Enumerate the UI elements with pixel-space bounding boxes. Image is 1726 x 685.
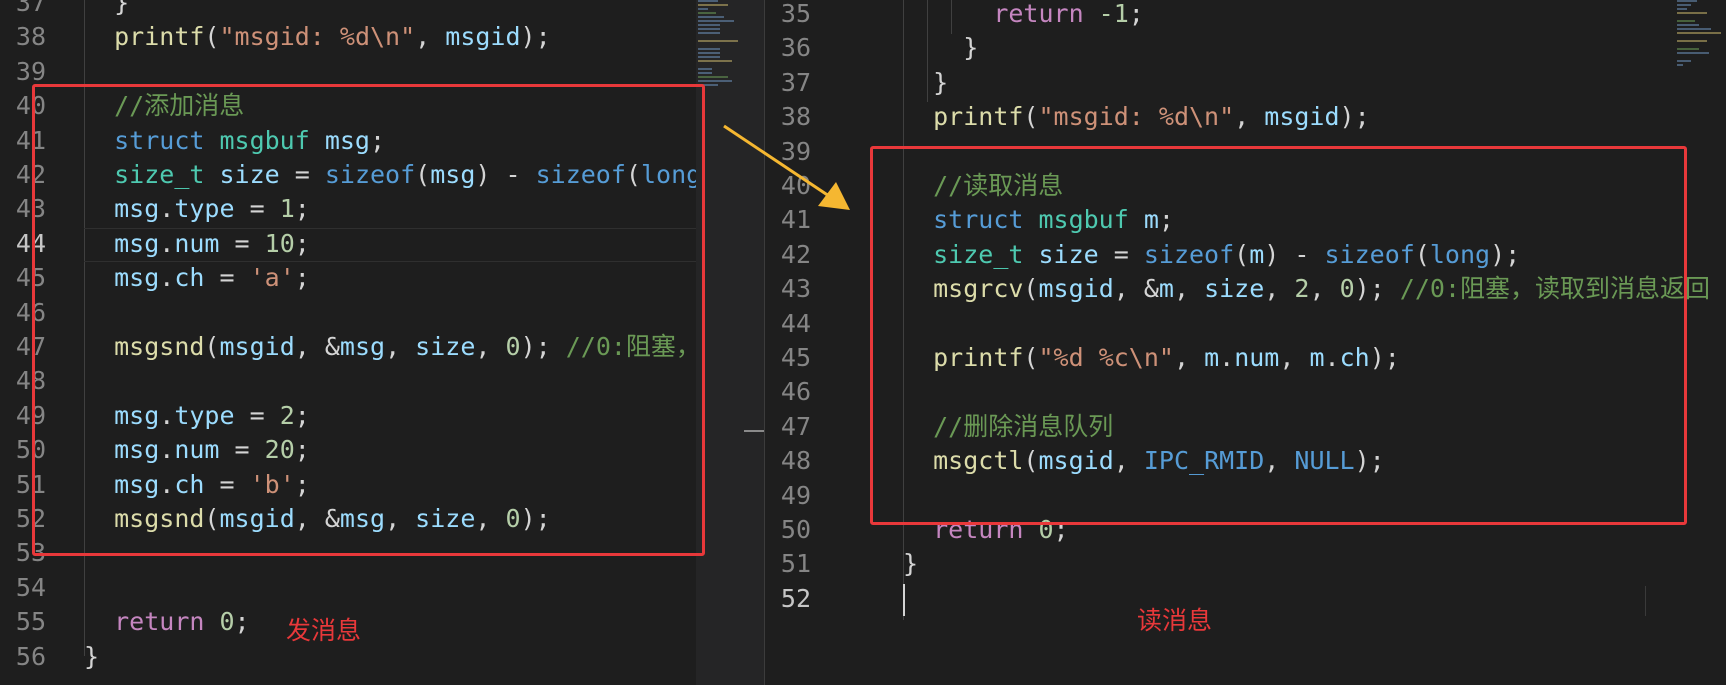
line-number: 43 bbox=[780, 274, 811, 304]
line-number: 46 bbox=[780, 377, 811, 407]
line-number: 44 bbox=[780, 308, 811, 338]
caret bbox=[903, 583, 905, 616]
line-number: 51 bbox=[780, 549, 811, 579]
code-token: ); bbox=[1339, 102, 1370, 132]
code-text[interactable]: } bbox=[84, 640, 99, 674]
code-token: msgid bbox=[1264, 102, 1340, 132]
send-code-highlight-box bbox=[32, 84, 705, 556]
code-token: ( bbox=[204, 22, 220, 52]
code-line[interactable]: 52 bbox=[765, 582, 1726, 616]
code-text[interactable]: printf("msgid: %d\n", msgid); bbox=[84, 20, 551, 54]
line-number: 50 bbox=[780, 515, 811, 544]
code-token: ); bbox=[520, 22, 551, 52]
code-token: } bbox=[903, 33, 979, 63]
scrollbar-thumb[interactable] bbox=[744, 430, 764, 432]
code-text[interactable]: } bbox=[903, 547, 918, 581]
line-number: 45 bbox=[780, 343, 811, 372]
code-token: } bbox=[84, 0, 130, 17]
code-text[interactable]: return -1; bbox=[903, 0, 1144, 31]
arrow-icon bbox=[723, 124, 850, 210]
code-line[interactable]: 37 } bbox=[765, 66, 1726, 100]
line-number: 49 bbox=[780, 480, 811, 510]
code-token: "msgid: %d\n" bbox=[219, 22, 416, 52]
code-line[interactable]: 36 } bbox=[765, 31, 1726, 65]
code-token: -1 bbox=[1098, 0, 1129, 28]
code-token: , bbox=[1234, 102, 1265, 132]
line-number: 37 bbox=[780, 67, 811, 97]
line-number: 54 bbox=[15, 572, 46, 602]
line-number: 48 bbox=[780, 446, 811, 476]
code-token: printf bbox=[933, 102, 1024, 132]
line-number: 42 bbox=[780, 239, 811, 269]
code-line[interactable]: 54 bbox=[0, 571, 696, 605]
editor-split-divider[interactable] bbox=[696, 0, 765, 685]
line-number: 35 bbox=[780, 0, 811, 28]
code-text[interactable]: return 0; bbox=[84, 605, 250, 639]
code-token: 0 bbox=[219, 607, 235, 637]
line-number: 56 bbox=[15, 641, 46, 671]
code-token: , bbox=[415, 22, 446, 52]
text-cursor bbox=[1645, 586, 1646, 616]
line-number: 36 bbox=[780, 33, 811, 63]
code-text[interactable]: printf("msgid: %d\n", msgid); bbox=[903, 100, 1370, 134]
code-text[interactable]: } bbox=[903, 66, 948, 100]
left-minimap-strip[interactable] bbox=[698, 0, 742, 88]
code-token: msgid bbox=[445, 22, 521, 52]
line-number: 37 bbox=[15, 0, 46, 17]
line-number: 52 bbox=[780, 583, 811, 613]
code-token: ( bbox=[1023, 102, 1039, 132]
right-minimap[interactable] bbox=[1677, 0, 1723, 68]
line-number: 47 bbox=[780, 411, 811, 441]
code-line[interactable]: 38 printf("msgid: %d\n", msgid); bbox=[0, 20, 696, 54]
line-number: 38 bbox=[15, 22, 46, 52]
code-line[interactable]: 51} bbox=[765, 547, 1726, 581]
code-token: "msgid: %d\n" bbox=[1038, 102, 1235, 132]
code-line[interactable]: 38 printf("msgid: %d\n", msgid); bbox=[765, 100, 1726, 134]
code-token: } bbox=[903, 549, 919, 579]
code-token: return bbox=[993, 0, 1099, 28]
code-text[interactable]: } bbox=[903, 31, 978, 65]
line-number: 55 bbox=[15, 607, 46, 637]
read-message-label: 读消息 bbox=[1137, 606, 1213, 635]
code-text[interactable]: } bbox=[84, 0, 129, 20]
code-token: ; bbox=[234, 607, 250, 637]
code-line[interactable]: 35 return -1; bbox=[765, 0, 1726, 31]
code-token: printf bbox=[114, 22, 205, 52]
read-code-highlight-box bbox=[870, 146, 1687, 525]
code-token: } bbox=[903, 67, 949, 97]
code-line[interactable]: 37 } bbox=[0, 0, 696, 20]
code-token: return bbox=[114, 607, 220, 637]
send-message-label: 发消息 bbox=[286, 616, 362, 645]
code-token: } bbox=[84, 641, 100, 671]
code-token: ; bbox=[1128, 0, 1144, 28]
